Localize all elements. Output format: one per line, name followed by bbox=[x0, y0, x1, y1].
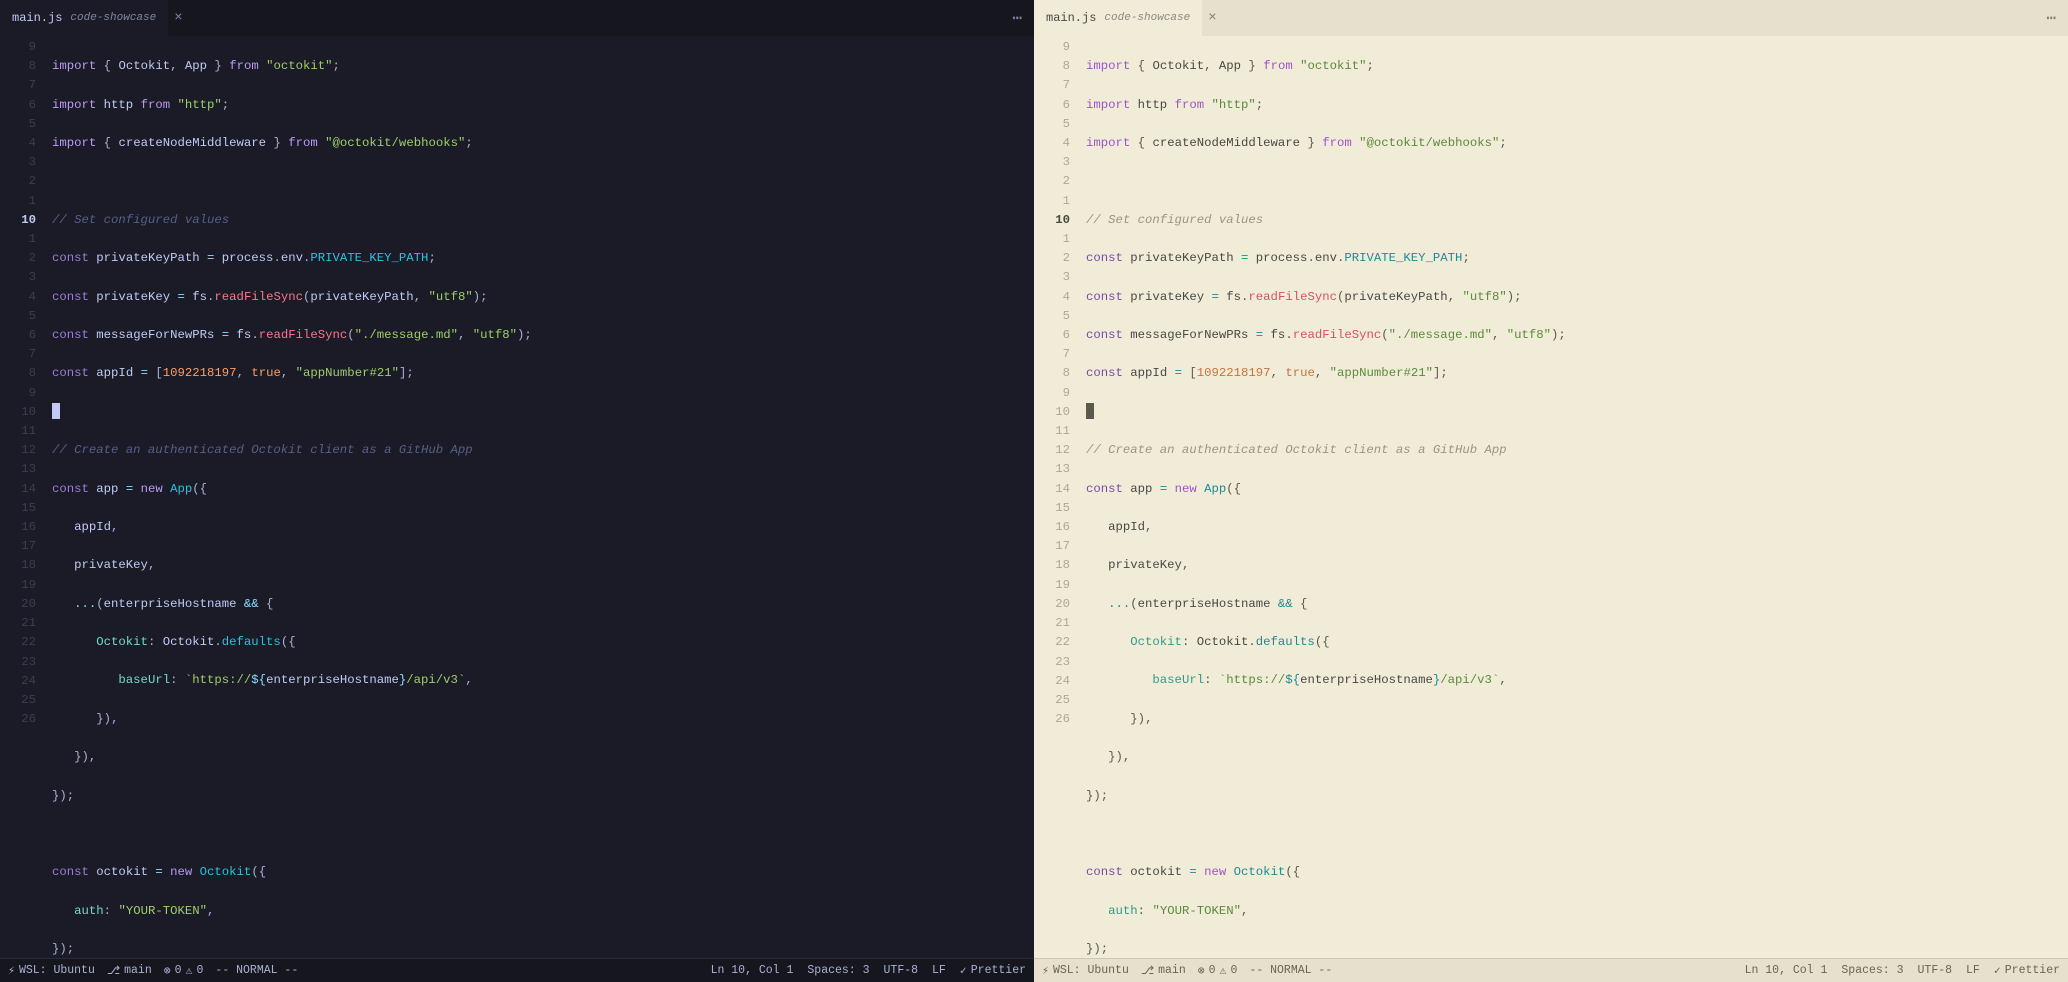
editor-pane-dark: main.js code-showcase × ⋯ 98765432110123… bbox=[0, 0, 1034, 982]
encoding[interactable]: UTF-8 bbox=[884, 963, 919, 978]
check-icon: ✓ bbox=[960, 963, 967, 978]
branch-icon: ⎇ bbox=[107, 963, 120, 978]
editor-tab[interactable]: main.js code-showcase bbox=[0, 0, 168, 36]
tab-bar: main.js code-showcase × ⋯ bbox=[1034, 0, 2068, 36]
error-icon: ⊗ bbox=[1198, 963, 1205, 978]
problems-indicator[interactable]: ⊗0 ⚠0 bbox=[164, 963, 204, 978]
status-bar: ⚡WSL: Ubuntu ⎇main ⊗0 ⚠0 -- NORMAL -- Ln… bbox=[1034, 958, 2068, 982]
vim-mode: -- NORMAL -- bbox=[1249, 964, 1332, 977]
remote-indicator[interactable]: ⚡WSL: Ubuntu bbox=[8, 963, 95, 978]
cursor bbox=[52, 403, 60, 419]
eol[interactable]: LF bbox=[1966, 963, 1980, 978]
editor-pane-light: main.js code-showcase × ⋯ 98765432110123… bbox=[1034, 0, 2068, 982]
line-gutter: 9876543211012345678910111213141516171819… bbox=[0, 38, 52, 958]
cursor-position[interactable]: Ln 10, Col 1 bbox=[1745, 963, 1828, 978]
tab-filename: main.js bbox=[12, 11, 62, 25]
vim-mode: -- NORMAL -- bbox=[215, 964, 298, 977]
cursor bbox=[1086, 403, 1094, 419]
more-actions-icon[interactable]: ⋯ bbox=[2046, 8, 2068, 28]
warning-icon: ⚠ bbox=[1220, 963, 1227, 978]
code-editor[interactable]: 9876543211012345678910111213141516171819… bbox=[1034, 36, 2068, 958]
formatter[interactable]: ✓Prettier bbox=[960, 963, 1026, 978]
code-content[interactable]: import { Octokit, App } from "octokit"; … bbox=[1086, 38, 2068, 958]
tab-filename: main.js bbox=[1046, 11, 1096, 25]
cursor-position[interactable]: Ln 10, Col 1 bbox=[711, 963, 794, 978]
editor-tab[interactable]: main.js code-showcase bbox=[1034, 0, 1202, 36]
code-editor[interactable]: 9876543211012345678910111213141516171819… bbox=[0, 36, 1034, 958]
close-icon[interactable]: × bbox=[1208, 10, 1216, 26]
code-content[interactable]: import { Octokit, App } from "octokit"; … bbox=[52, 38, 1034, 958]
branch-icon: ⎇ bbox=[1141, 963, 1154, 978]
error-icon: ⊗ bbox=[164, 963, 171, 978]
encoding[interactable]: UTF-8 bbox=[1918, 963, 1953, 978]
line-gutter: 9876543211012345678910111213141516171819… bbox=[1034, 38, 1086, 958]
check-icon: ✓ bbox=[1994, 963, 2001, 978]
more-actions-icon[interactable]: ⋯ bbox=[1012, 8, 1034, 28]
eol[interactable]: LF bbox=[932, 963, 946, 978]
formatter[interactable]: ✓Prettier bbox=[1994, 963, 2060, 978]
branch-indicator[interactable]: ⎇main bbox=[107, 963, 152, 978]
tab-folder: code-showcase bbox=[1104, 12, 1190, 24]
problems-indicator[interactable]: ⊗0 ⚠0 bbox=[1198, 963, 1238, 978]
indentation[interactable]: Spaces: 3 bbox=[1841, 963, 1903, 978]
tab-bar: main.js code-showcase × ⋯ bbox=[0, 0, 1034, 36]
remote-indicator[interactable]: ⚡WSL: Ubuntu bbox=[1042, 963, 1129, 978]
remote-icon: ⚡ bbox=[1042, 963, 1049, 978]
branch-indicator[interactable]: ⎇main bbox=[1141, 963, 1186, 978]
close-icon[interactable]: × bbox=[174, 10, 182, 26]
warning-icon: ⚠ bbox=[186, 963, 193, 978]
status-bar: ⚡WSL: Ubuntu ⎇main ⊗0 ⚠0 -- NORMAL -- Ln… bbox=[0, 958, 1034, 982]
remote-icon: ⚡ bbox=[8, 963, 15, 978]
tab-folder: code-showcase bbox=[70, 12, 156, 24]
indentation[interactable]: Spaces: 3 bbox=[807, 963, 869, 978]
